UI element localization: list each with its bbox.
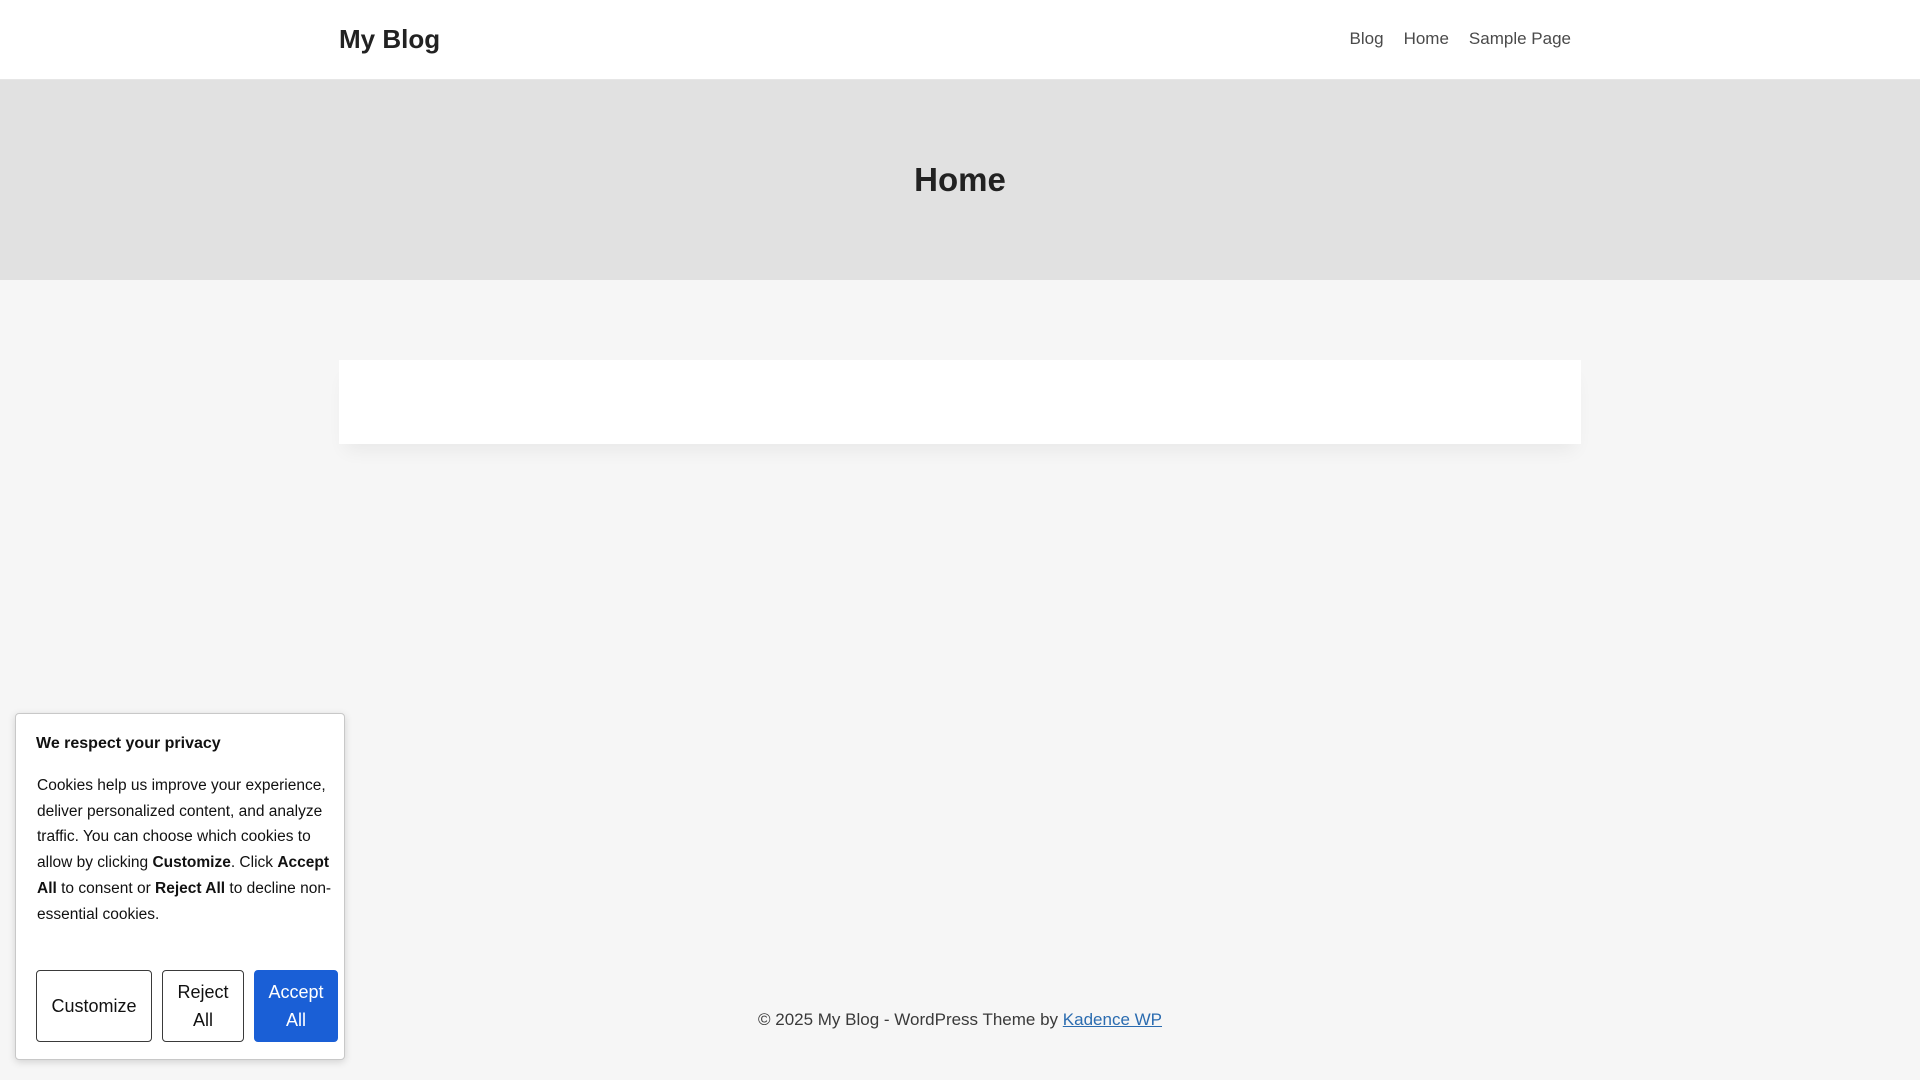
nav-item-blog[interactable]: Blog [1350,27,1384,51]
cookie-text-part: to consent or [56,879,156,897]
footer-copyright: © 2025 My Blog - WordPress Theme by [757,1010,1063,1029]
page-hero: Home [0,80,1920,280]
page-title: Home [914,161,1006,198]
footer-kadence-link[interactable]: Kadence WP [1063,1010,1162,1029]
content-card [339,360,1581,444]
cookie-text-reject: Reject All [155,879,226,897]
primary-nav: Blog Home Sample Page [1330,27,1571,51]
cookie-banner-text: Cookies help us improve your experience,… [37,773,333,927]
site-header: My Blog Blog Home Sample Page [0,0,1920,80]
reject-all-button[interactable]: Reject All [162,970,244,1042]
accept-all-button[interactable]: Accept All [254,970,338,1042]
cookie-text-customize: Customize [152,854,231,872]
cookie-banner-title: We respect your privacy [36,735,221,752]
cookie-consent-banner: We respect your privacy Cookies help us … [15,713,345,1060]
cookie-text-part: . Click [230,854,278,872]
customize-button[interactable]: Customize [36,970,152,1042]
nav-item-home[interactable]: Home [1404,27,1449,51]
nav-item-sample-page[interactable]: Sample Page [1469,27,1571,51]
site-title[interactable]: My Blog [339,22,440,56]
cookie-button-group: Customize Reject All Accept All [36,970,338,1042]
